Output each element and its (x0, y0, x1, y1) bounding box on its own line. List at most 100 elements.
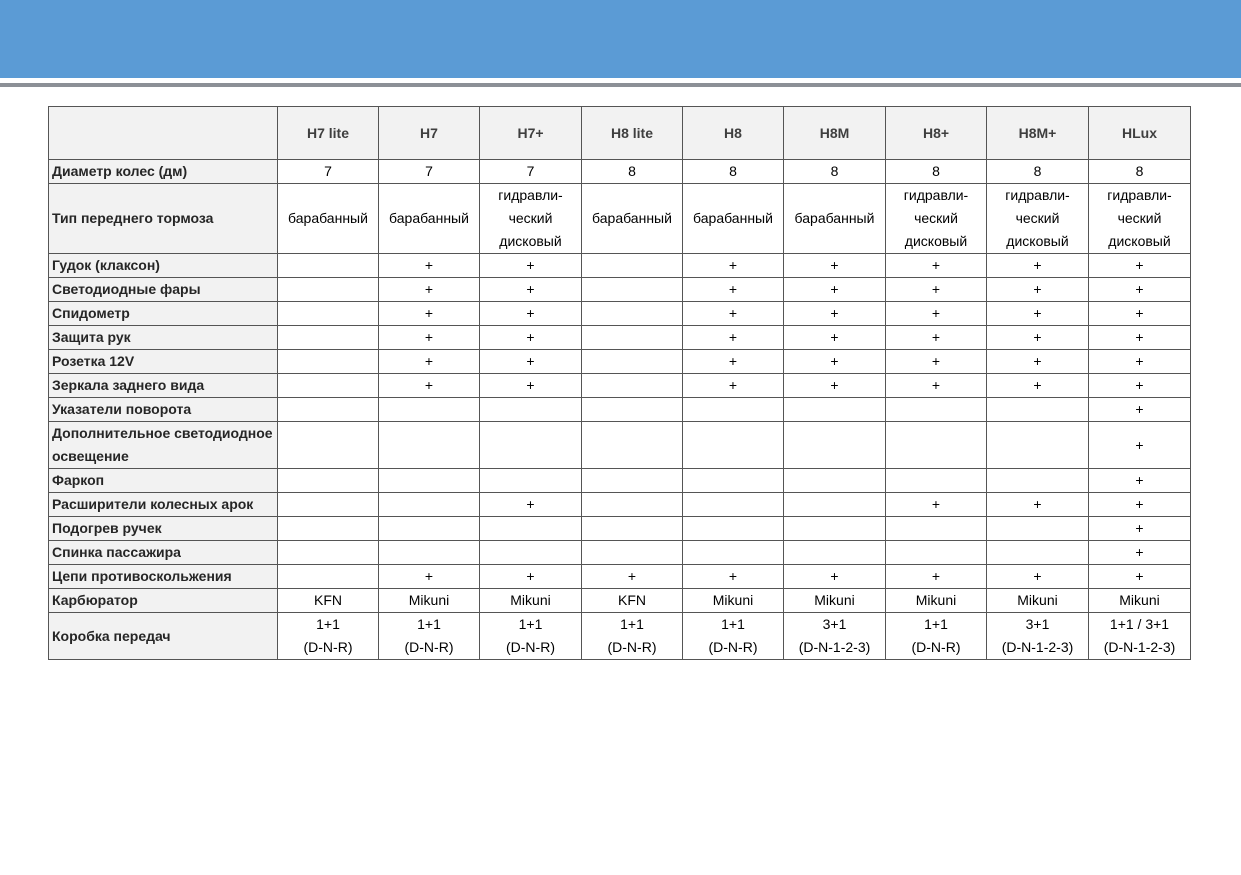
table-cell: + (986, 564, 1089, 589)
table-cell (378, 516, 480, 541)
table-cell: KFN (277, 588, 379, 613)
table-row: Спинка пассажира + (48, 540, 1191, 565)
table-row: Подогрев ручек + (48, 516, 1191, 541)
table-cell (479, 397, 582, 422)
table-cell (682, 492, 784, 517)
row-label: Спидометр (48, 301, 278, 326)
table-cell: барабанный (682, 183, 784, 254)
header-band (0, 0, 1241, 78)
table-cell (581, 349, 683, 374)
table-cell: KFN (581, 588, 683, 613)
table-cell (479, 516, 582, 541)
table-cell: барабанный (783, 183, 886, 254)
table-cell: + (1088, 253, 1191, 278)
table-cell (378, 397, 480, 422)
table-cell: 8 (682, 159, 784, 184)
table-cell: 8 (1088, 159, 1191, 184)
table-cell: + (479, 277, 582, 302)
table-row: Спидометр + + + + + + + (48, 301, 1191, 326)
table-cell (682, 540, 784, 565)
table-header-row: H7 lite H7 H7+ H8 lite H8 H8M H8+ H8M+ HLux (48, 106, 1191, 160)
table-cell (581, 253, 683, 278)
table-cell: + (378, 564, 480, 589)
table-cell: + (1088, 373, 1191, 398)
table-cell (682, 516, 784, 541)
table-cell: + (1088, 349, 1191, 374)
table-cell: + (986, 492, 1089, 517)
table-cell: + (378, 253, 480, 278)
row-label: Спинка пассажира (48, 540, 278, 565)
table-row: Карбюратор KFN Mikuni Mikuni KFN Mikuni Mikuni… (48, 588, 1191, 613)
table-row: Диаметр колес (дм) 7 7 7 8 8 8 8 8 8 (48, 159, 1191, 184)
table-cell: 8 (885, 159, 987, 184)
table-cell (581, 397, 683, 422)
table-row: Розетка 12V + + + + + + + (48, 349, 1191, 374)
table-cell: + (479, 349, 582, 374)
table-cell: 7 (479, 159, 582, 184)
table-cell (783, 421, 886, 469)
table-cell: Mikuni (986, 588, 1089, 613)
table-row: Указатели поворота + (48, 397, 1191, 422)
row-label: Дополнительное светодиодное освещение (48, 421, 278, 469)
row-label: Светодиодные фары (48, 277, 278, 302)
table-cell (885, 540, 987, 565)
table-cell (378, 468, 480, 493)
table-cell (581, 492, 683, 517)
table-cell (277, 397, 379, 422)
table-cell (581, 373, 683, 398)
table-cell (783, 492, 886, 517)
table-cell: Mikuni (479, 588, 582, 613)
table-cell (581, 468, 683, 493)
table-cell: + (986, 277, 1089, 302)
table-row: Дополнительное светодиодное освещение + (48, 421, 1191, 469)
table-body: Диаметр колес (дм) 7 7 7 8 8 8 8 8 8 Тип переднего… (48, 159, 1191, 660)
table-cell: + (378, 325, 480, 350)
row-label: Фаркоп (48, 468, 278, 493)
table-cell: 3+1 (D-N-1-2-3) (783, 612, 886, 660)
table-cell (986, 540, 1089, 565)
table-cell: + (783, 373, 886, 398)
table-cell: + (885, 492, 987, 517)
table-cell: + (1088, 421, 1191, 469)
table-cell (885, 516, 987, 541)
table-cell: + (479, 325, 582, 350)
row-label: Коробка передач (48, 612, 278, 660)
table-cell: + (885, 277, 987, 302)
table-cell: + (885, 301, 987, 326)
header-divider-gray (0, 83, 1241, 87)
model-header-cell: H7 lite (277, 106, 379, 160)
table-cell: + (986, 253, 1089, 278)
table-cell (378, 540, 480, 565)
table-cell (885, 397, 987, 422)
table-cell: + (479, 253, 582, 278)
table-cell: + (581, 564, 683, 589)
table-cell: + (378, 373, 480, 398)
table-cell (277, 492, 379, 517)
table-cell: + (1088, 516, 1191, 541)
table-cell: 1+1 (D-N-R) (479, 612, 582, 660)
table-cell: Mikuni (1088, 588, 1191, 613)
table-cell (277, 564, 379, 589)
table-cell: 7 (378, 159, 480, 184)
table-cell (885, 468, 987, 493)
table-cell (479, 468, 582, 493)
table-cell: + (479, 564, 582, 589)
table-cell: + (479, 301, 582, 326)
table-cell: + (986, 301, 1089, 326)
table-cell: + (378, 349, 480, 374)
table-cell: 8 (783, 159, 886, 184)
table-cell (682, 468, 784, 493)
table-cell: + (1088, 564, 1191, 589)
table-cell: + (885, 373, 987, 398)
row-label: Гудок (клаксон) (48, 253, 278, 278)
table-cell (581, 516, 683, 541)
model-header-cell: H8M (783, 106, 886, 160)
table-cell (277, 325, 379, 350)
table-cell: + (682, 349, 784, 374)
table-cell: Mikuni (885, 588, 987, 613)
table-cell: + (783, 277, 886, 302)
table-row: Зеркала заднего вида + + + + + + + (48, 373, 1191, 398)
model-header-cell: H8M+ (986, 106, 1089, 160)
table-cell: + (479, 373, 582, 398)
table-cell (277, 253, 379, 278)
